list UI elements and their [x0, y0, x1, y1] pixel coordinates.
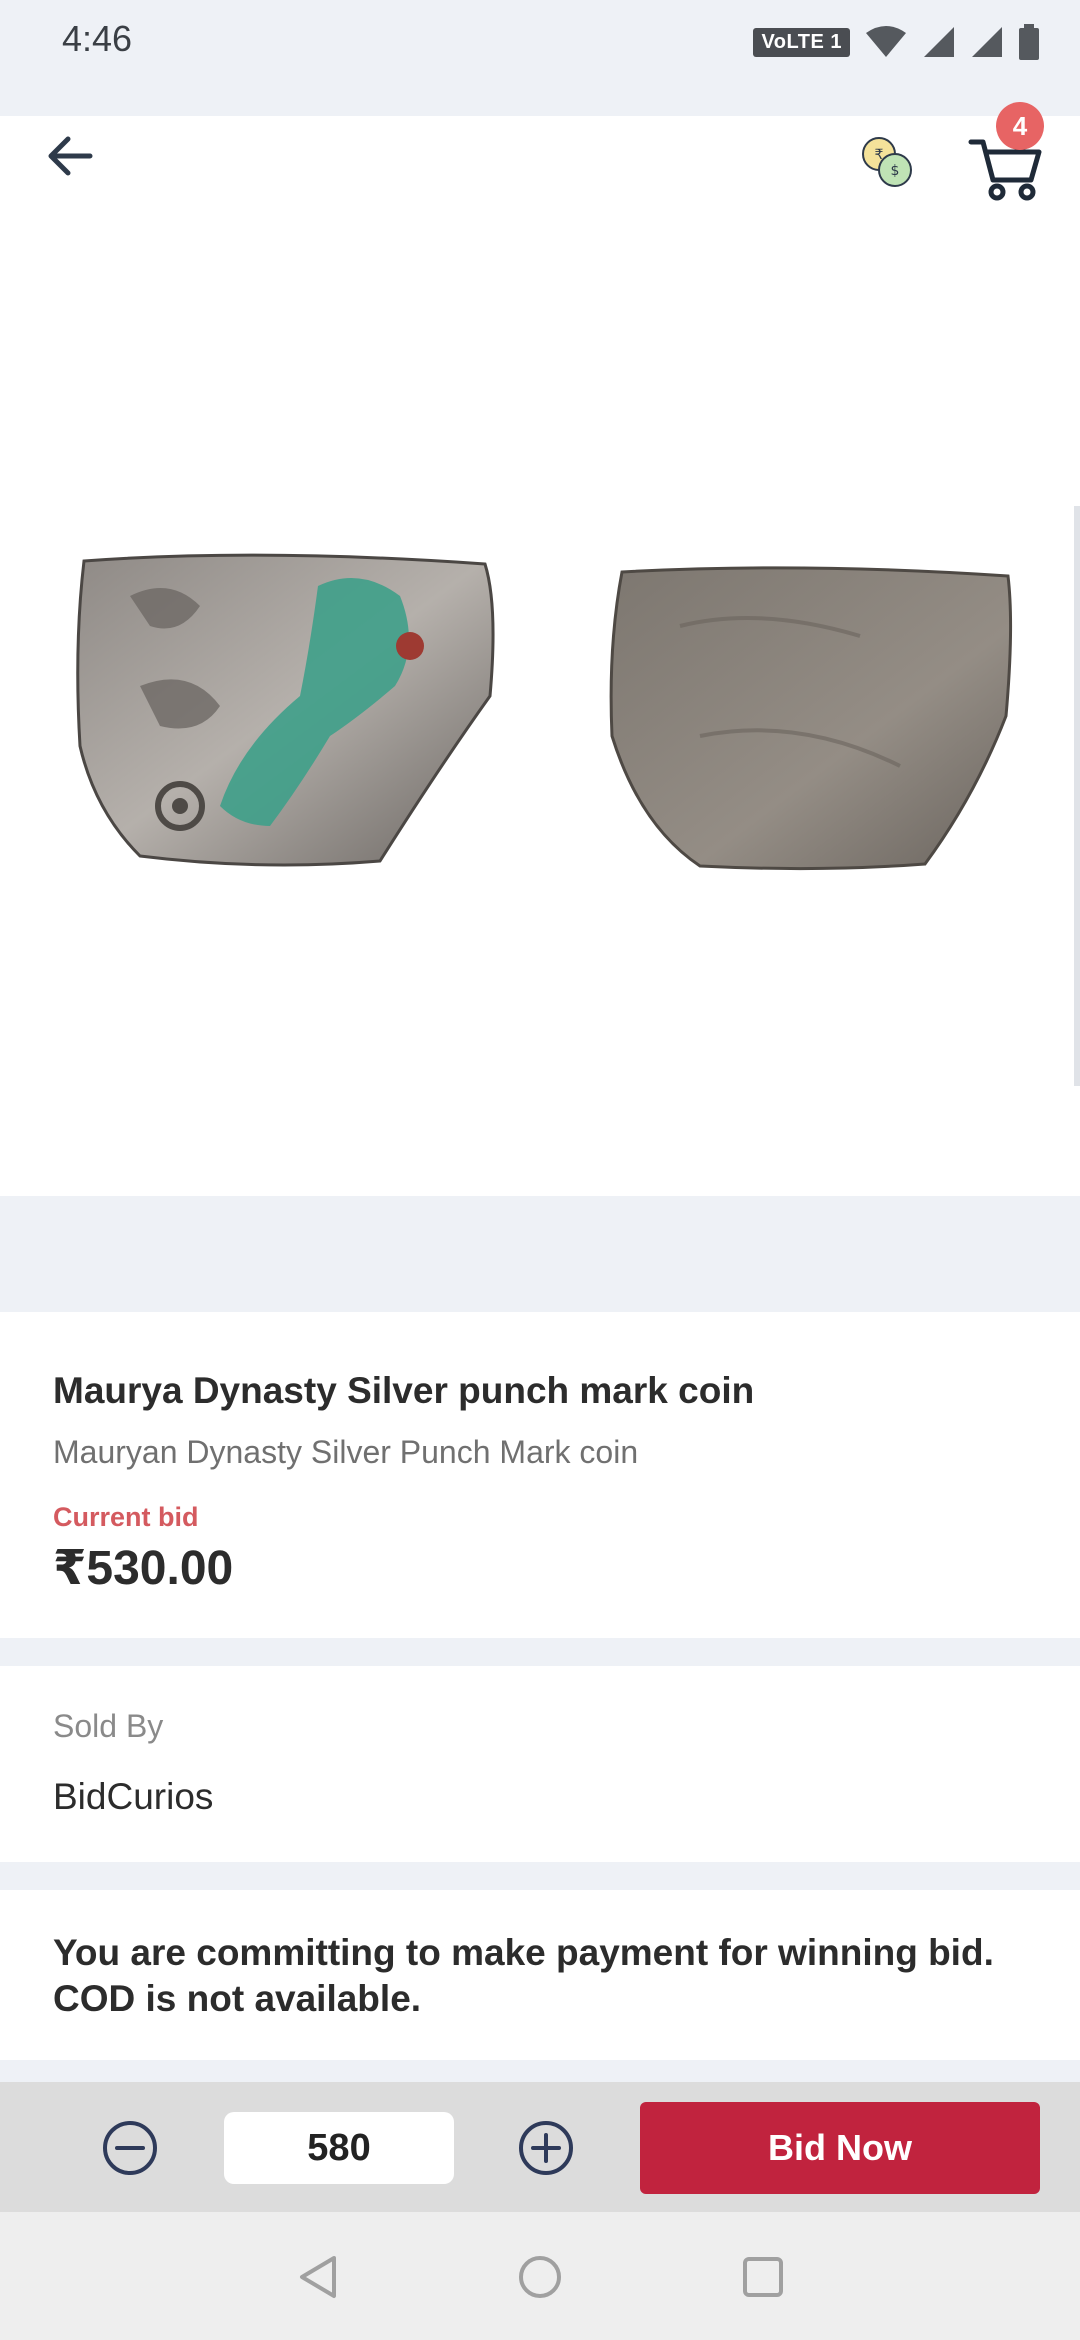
bid-now-button[interactable]: Bid Now: [640, 2102, 1040, 2194]
nav-back-icon[interactable]: [296, 2254, 342, 2300]
nav-recents-icon[interactable]: [740, 2254, 786, 2300]
status-icons: VoLTE 1: [753, 22, 1040, 62]
nav-home-icon[interactable]: [517, 2254, 563, 2300]
scrollbar[interactable]: [1074, 506, 1080, 1086]
bid-bar: Bid Now: [0, 2082, 1080, 2212]
arrow-left-icon: [48, 136, 93, 176]
app-header: ₹ $ 4: [0, 102, 1080, 266]
product-subtitle: Mauryan Dynasty Silver Punch Mark coin: [53, 1434, 639, 1470]
minus-circle-icon: [103, 2121, 157, 2175]
payment-notice-card: You are committing to make payment for w…: [0, 1890, 1080, 2060]
signal-icon: [924, 27, 954, 57]
cart-count-badge: 4: [996, 102, 1044, 150]
payment-notice-text: You are committing to make payment for w…: [53, 1932, 994, 2019]
seller-name[interactable]: BidCurios: [53, 1776, 213, 1818]
current-bid-label: Current bid: [53, 1502, 199, 1532]
back-button[interactable]: [40, 126, 100, 186]
sold-by-label: Sold By: [53, 1708, 164, 1744]
bid-amount-input[interactable]: [224, 2112, 454, 2184]
signal-icon: [972, 27, 1002, 57]
current-bid-value: ₹530.00: [53, 1542, 234, 1595]
svg-text:₹: ₹: [875, 147, 884, 163]
svg-text:$: $: [891, 163, 900, 179]
currency-exchange-icon: ₹ $: [862, 137, 912, 187]
decrement-bid-button[interactable]: [100, 2118, 160, 2178]
plus-circle-icon: [519, 2121, 573, 2175]
volte-badge: VoLTE 1: [753, 27, 850, 57]
product-image-gallery[interactable]: [0, 266, 1080, 1196]
system-nav-bar: [0, 2212, 1080, 2340]
product-title: Maurya Dynasty Silver punch mark coin: [53, 1370, 755, 1411]
coin-reverse-image: [609, 566, 1013, 871]
status-bar: 4:46 VoLTE 1: [0, 0, 1080, 116]
battery-icon: [1019, 24, 1039, 60]
wifi-icon: [866, 26, 906, 57]
seller-card: Sold By BidCurios: [0, 1666, 1080, 1862]
status-time: 4:46: [62, 18, 133, 59]
increment-bid-button[interactable]: [516, 2118, 576, 2178]
currency-exchange-button[interactable]: ₹ $: [855, 130, 919, 194]
product-info-card: Maurya Dynasty Silver punch mark coin Ma…: [0, 1312, 1080, 1638]
